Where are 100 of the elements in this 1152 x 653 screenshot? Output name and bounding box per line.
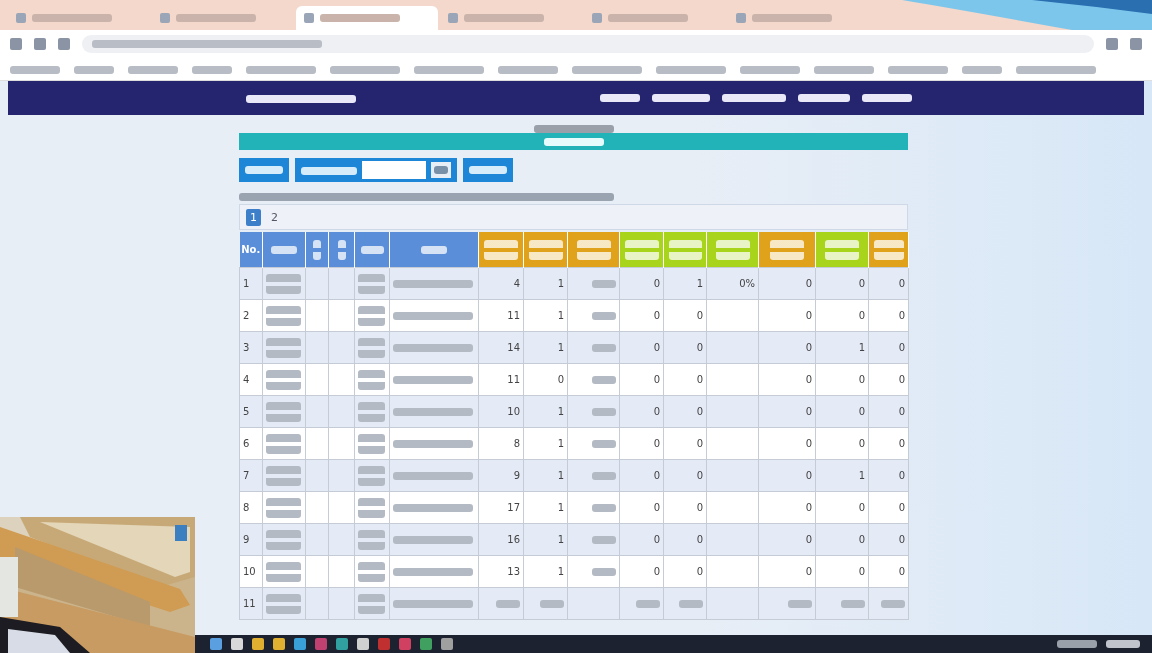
bookmark-item[interactable] xyxy=(1016,66,1096,74)
table-cell: 0 xyxy=(758,459,816,492)
back-icon[interactable] xyxy=(10,38,22,50)
blurred-text xyxy=(266,401,301,422)
table-cell: 0 xyxy=(815,555,869,588)
bookmark-item[interactable] xyxy=(740,66,800,74)
app-icon[interactable] xyxy=(252,638,264,650)
bookmark-item[interactable] xyxy=(656,66,726,74)
blurred-text xyxy=(358,497,385,518)
table-cell: 9 xyxy=(239,523,263,556)
blurred-text xyxy=(592,472,616,480)
blurred-text xyxy=(358,337,385,358)
reload-icon[interactable] xyxy=(58,38,70,50)
blurred-text xyxy=(245,166,283,174)
app-icon[interactable] xyxy=(315,638,327,650)
table-cell: 0 xyxy=(758,555,816,588)
blurred-text xyxy=(358,561,385,582)
search-button[interactable] xyxy=(431,162,451,178)
nav-item[interactable] xyxy=(862,94,912,102)
bookmark-item[interactable] xyxy=(74,66,114,74)
app-icon[interactable] xyxy=(294,638,306,650)
nav-item[interactable] xyxy=(652,94,710,102)
tray-icons xyxy=(1057,640,1097,648)
blurred-text xyxy=(266,593,301,614)
table-cell: 2 xyxy=(239,299,263,332)
bookmark-item[interactable] xyxy=(192,66,232,74)
forward-icon[interactable] xyxy=(34,38,46,50)
table-cell: 0 xyxy=(758,363,816,396)
column-header: No. xyxy=(239,232,263,268)
table-cell: 0 xyxy=(758,395,816,428)
bookmark-item[interactable] xyxy=(10,66,60,74)
table-cell: 4 xyxy=(478,267,524,300)
blurred-text xyxy=(841,600,865,608)
blurred-text xyxy=(358,593,385,614)
toolbar-button[interactable] xyxy=(463,158,513,182)
app-icon[interactable] xyxy=(231,638,243,650)
nav-item[interactable] xyxy=(798,94,850,102)
blurred-text xyxy=(496,600,520,608)
app-icon[interactable] xyxy=(273,638,285,650)
table-cell: 0 xyxy=(815,491,869,524)
blurred-text xyxy=(358,529,385,550)
profile-icon[interactable] xyxy=(1130,38,1142,50)
nav-item[interactable] xyxy=(722,94,786,102)
table-cell: 3 xyxy=(239,331,263,364)
table-cell: 0 xyxy=(758,331,816,364)
browser-tab[interactable] xyxy=(296,6,438,30)
bookmark-item[interactable] xyxy=(498,66,558,74)
app-icon[interactable] xyxy=(210,638,222,650)
blurred-text xyxy=(788,600,812,608)
blurred-text xyxy=(592,376,616,384)
bookmark-item[interactable] xyxy=(414,66,484,74)
app-icon[interactable] xyxy=(441,638,453,650)
blurred-text xyxy=(592,440,616,448)
page-link[interactable]: 1 xyxy=(246,208,261,226)
table-cell: 4 xyxy=(239,363,263,396)
nav-item[interactable] xyxy=(600,94,640,102)
search-field[interactable] xyxy=(362,161,426,179)
address-bar[interactable] xyxy=(82,35,1094,53)
table-cell: 0 xyxy=(815,395,869,428)
blurred-text xyxy=(421,246,447,254)
blurred-text xyxy=(271,246,297,254)
app-icon[interactable] xyxy=(336,638,348,650)
blurred-text xyxy=(266,529,301,550)
blurred-text xyxy=(266,337,301,358)
page-link[interactable]: 2 xyxy=(267,208,282,226)
blurred-text xyxy=(266,497,301,518)
table-cell: 1 xyxy=(523,267,568,300)
blurred-text xyxy=(576,239,611,260)
blurred-text xyxy=(358,305,385,326)
bookmark-item[interactable] xyxy=(246,66,316,74)
table-cell: 0 xyxy=(815,523,869,556)
blurred-text xyxy=(873,239,904,260)
blurred-text xyxy=(358,369,385,390)
blurred-text xyxy=(528,239,563,260)
blurred-text xyxy=(624,239,659,260)
bookmark-item[interactable] xyxy=(962,66,1002,74)
blurred-text xyxy=(825,239,859,260)
extension-icon[interactable] xyxy=(1106,38,1118,50)
app-icon[interactable] xyxy=(399,638,411,650)
blurred-text xyxy=(715,239,750,260)
toolbar-button[interactable] xyxy=(239,158,289,182)
blurred-text xyxy=(592,536,616,544)
blurred-text xyxy=(358,401,385,422)
table-cell: 0 xyxy=(815,299,869,332)
bookmark-item[interactable] xyxy=(330,66,400,74)
table-cell: 0% xyxy=(706,267,759,300)
blurred-text xyxy=(592,280,616,288)
bookmark-item[interactable] xyxy=(572,66,642,74)
table-cell: 5 xyxy=(239,395,263,428)
blurred-text xyxy=(592,504,616,512)
bookmark-item[interactable] xyxy=(128,66,178,74)
blurred-text xyxy=(313,239,321,260)
bookmark-item[interactable] xyxy=(888,66,948,74)
page-title xyxy=(543,137,604,146)
app-icon[interactable] xyxy=(357,638,369,650)
table-cell: 0 xyxy=(815,427,869,460)
app-icon[interactable] xyxy=(420,638,432,650)
bookmark-item[interactable] xyxy=(814,66,874,74)
app-icon[interactable] xyxy=(378,638,390,650)
table-cell: 1 xyxy=(663,267,707,300)
